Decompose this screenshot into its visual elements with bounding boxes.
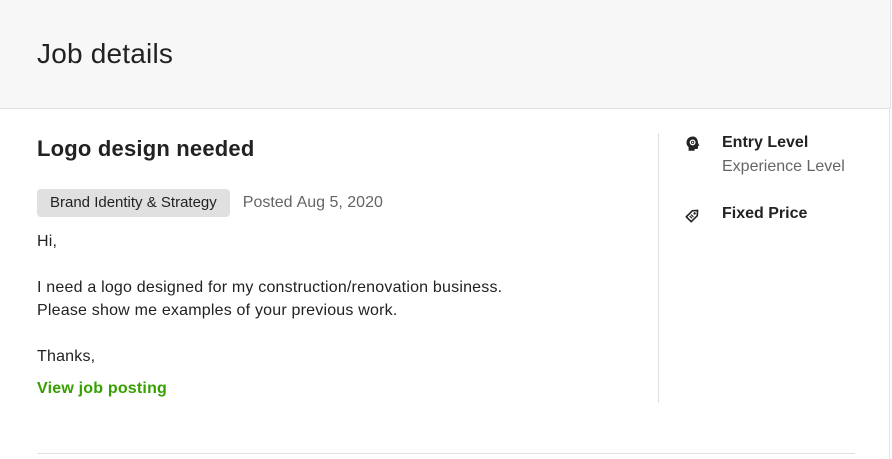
job-title: Logo design needed bbox=[37, 136, 255, 161]
category-badge[interactable]: Brand Identity & Strategy bbox=[37, 189, 230, 217]
job-details-page: Job details Logo design needed Brand Ide… bbox=[0, 0, 892, 459]
experience-level-icon bbox=[684, 135, 702, 153]
price-tag-icon bbox=[684, 206, 702, 224]
description-line: Please show me examples of your previous… bbox=[37, 302, 398, 319]
experience-level-label: Experience Level bbox=[722, 158, 845, 175]
budget-type-value: Fixed Price bbox=[722, 205, 808, 222]
description-line: I need a logo designed for my constructi… bbox=[37, 279, 503, 296]
view-job-posting-link[interactable]: View job posting bbox=[37, 380, 167, 398]
job-meta-row: Brand Identity & Strategy Posted Aug 5, … bbox=[37, 189, 383, 217]
section-divider bbox=[37, 453, 855, 454]
posted-info: Posted Aug 5, 2020 bbox=[243, 194, 383, 212]
experience-level-value: Entry Level bbox=[722, 134, 809, 151]
job-main-content: Logo design needed Brand Identity & Stra… bbox=[37, 108, 657, 408]
sidebar-divider bbox=[658, 133, 659, 403]
posted-label: Posted bbox=[242, 194, 293, 211]
panel-right-border bbox=[889, 108, 890, 459]
job-description: Hi, I need a logo designed for my constr… bbox=[37, 230, 637, 368]
page-title: Job details bbox=[37, 38, 174, 69]
page-header: Job details bbox=[0, 0, 891, 109]
description-closing: Thanks, bbox=[37, 348, 96, 365]
posted-date: Aug 5, 2020 bbox=[296, 194, 383, 211]
description-greeting: Hi, bbox=[37, 233, 58, 250]
